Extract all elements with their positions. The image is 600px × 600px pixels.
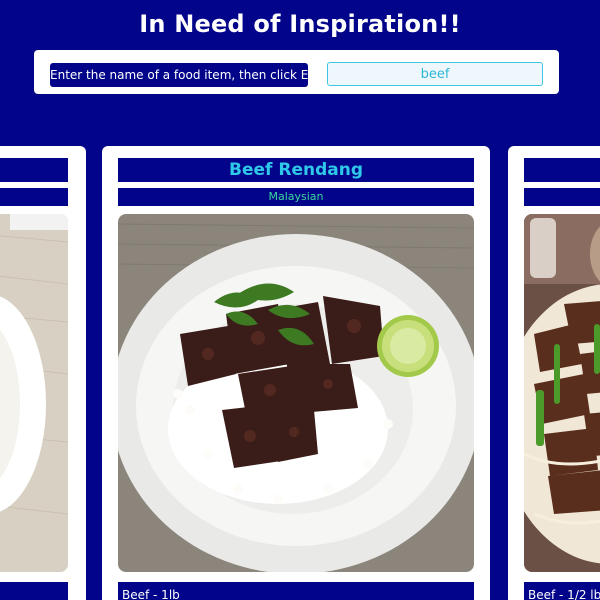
recipe-card-left[interactable] [0,146,86,600]
page-title: In Need of Inspiration!! [139,10,461,38]
card-cuisine-bar [524,188,600,206]
card-cuisine-bar [0,188,68,206]
card-title-bar [0,158,68,182]
search-label: Enter the name of a food item, then clic… [50,63,338,87]
search-panel: Enter the name of a food item, then clic… [34,50,559,94]
beef-stirfry-photo-icon [524,214,600,572]
search-input[interactable] [327,62,543,86]
card-title-bar [524,158,600,182]
food-photo-icon [0,214,68,572]
recipe-card-center[interactable]: Beef Rendang Malaysian Beef - 1lb [102,146,490,600]
card-cuisine: Malaysian [118,188,474,206]
recipe-card-right[interactable]: Beef - 1/2 lb [508,146,600,600]
card-title: Beef Rendang [118,158,474,182]
card-footer-bar [0,582,68,600]
card-ingredient: Beef - 1lb [118,582,474,600]
card-ingredient: Beef - 1/2 lb [528,588,600,600]
beef-rendang-photo-icon [118,214,474,572]
